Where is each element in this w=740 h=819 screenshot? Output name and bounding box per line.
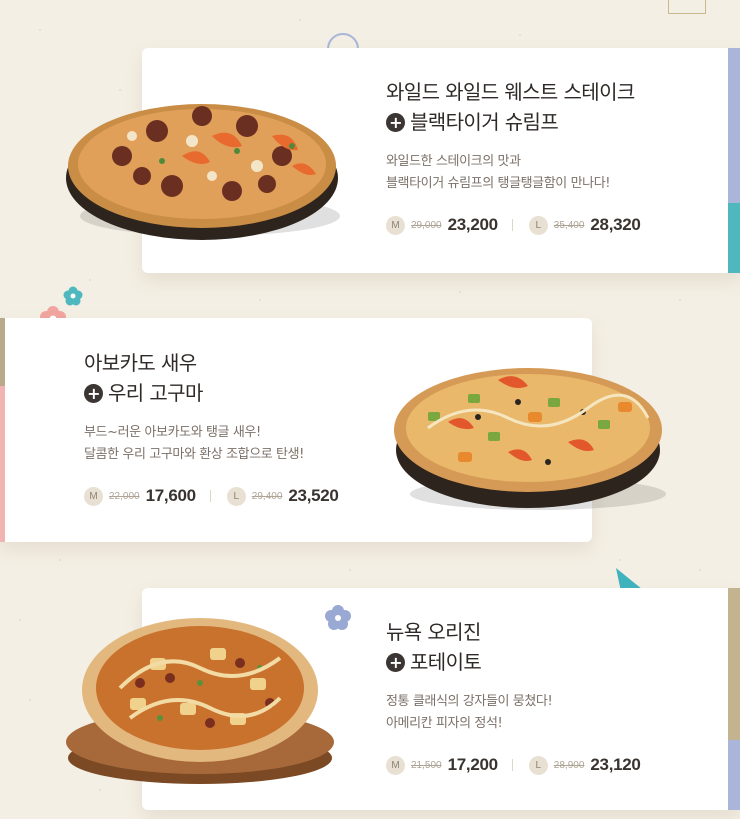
- product-info-1: 와일드 와일드 웨스트 스테이크 + 블랙타이거 슈림프 와일드한 스테이크의 맛…: [386, 77, 641, 235]
- sale-price: 23,120: [590, 755, 641, 774]
- product-title-1: 와일드 와일드 웨스트 스테이크 + 블랙타이거 슈림프: [386, 80, 635, 134]
- plus-circle-icon: +: [386, 112, 405, 132]
- pizza-image-avocado-shrimp: [394, 368, 666, 510]
- sale-price: 23,200: [447, 215, 499, 234]
- card-edge-accent: [728, 588, 740, 740]
- sale-price: 28,320: [590, 215, 641, 234]
- plus-circle-icon: +: [386, 652, 405, 672]
- old-price: 29,400: [251, 490, 283, 502]
- old-price: 29,000: [411, 219, 442, 231]
- old-price: 35,400: [553, 219, 585, 231]
- sale-price: 17,600: [145, 486, 197, 505]
- price-row-3: M 21,500 17,200 L 28,900 23,120: [386, 755, 641, 775]
- pizza-image-new-york-potato: [66, 618, 334, 784]
- product-info-3: 뉴욕 오리진 + 포테이토 정통 클래식의 강자들이 뭉쳤다! 아메리칸 피자의 …: [386, 617, 641, 775]
- product-description-2: 부드~러운 아보카도와 탱글 새우! 달콤한 우리 고구마와 환상 조합으로 탄…: [84, 425, 304, 462]
- plus-circle-icon: +: [84, 383, 103, 403]
- card-edge-accent: [728, 203, 740, 273]
- size-badge-m: M: [386, 755, 405, 775]
- price-row-1: M 29,000 23,200 L 35,400 28,320: [386, 215, 641, 235]
- product-title-3: 뉴욕 오리진 + 포테이토: [386, 620, 482, 674]
- old-price: 22,000: [109, 490, 140, 502]
- card-edge-accent: [0, 318, 5, 386]
- old-price: 28,900: [553, 759, 585, 771]
- card-edge-accent: [728, 740, 740, 810]
- product-description-1: 와일드한 스테이크의 맛과 블랙타이거 슈림프의 탱글탱글함이 만나다!: [386, 154, 611, 191]
- pizza-image-wild-west: [66, 104, 340, 240]
- old-price: 21,500: [411, 759, 442, 771]
- flower-teal-decoration: [63, 286, 83, 306]
- size-badge-l: L: [528, 215, 548, 235]
- size-badge-l: L: [226, 486, 246, 506]
- price-divider: [511, 759, 513, 771]
- sale-price: 23,520: [288, 486, 339, 505]
- size-badge-m: M: [386, 215, 405, 235]
- price-row-2: M 22,000 17,600 L 29,400 23,520: [84, 486, 339, 506]
- price-divider: [209, 490, 211, 502]
- size-badge-m: M: [84, 486, 103, 506]
- product-title-2: 아보카도 새우 + 우리 고구마: [84, 351, 203, 405]
- sale-price: 17,200: [447, 755, 499, 774]
- card-edge-accent: [728, 48, 740, 203]
- header-badge: [668, 0, 706, 14]
- size-badge-l: L: [528, 755, 548, 775]
- card-edge-accent: [0, 386, 5, 542]
- product-description-3: 정통 클래식의 강자들이 뭉쳤다! 아메리칸 피자의 정석!: [386, 694, 553, 731]
- price-divider: [511, 219, 513, 231]
- product-info-2: 아보카도 새우 + 우리 고구마 부드~러운 아보카도와 탱글 새우! 달콤한 우…: [84, 348, 339, 506]
